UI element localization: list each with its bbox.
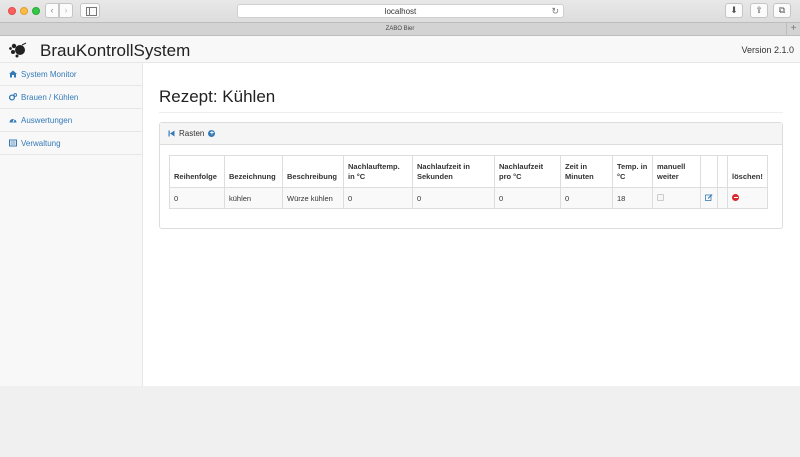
new-tab-button[interactable]: +	[786, 23, 800, 35]
column-header[interactable]: Beschreibung	[282, 155, 344, 188]
brand-title[interactable]: BrauKontrollSystem	[40, 41, 190, 61]
cell-spacer	[717, 187, 728, 209]
page-title: Rezept: Kühlen	[159, 87, 276, 106]
edit-icon[interactable]	[705, 193, 713, 201]
cell-zeit-minuten: 0	[560, 187, 613, 209]
delete-icon[interactable]	[732, 193, 739, 201]
main-content: Rezept: Kühlen Rasten + Reihenfolge Beze…	[159, 63, 783, 229]
column-header[interactable]: manuell weiter	[652, 155, 701, 188]
step-backward-icon[interactable]	[168, 130, 175, 137]
tab-title[interactable]: ZABO Bier	[386, 26, 415, 32]
cell-beschreibung: Würze kühlen	[282, 187, 344, 209]
title-divider	[159, 112, 783, 113]
back-button[interactable]: ‹	[45, 3, 59, 18]
column-header[interactable]: Nachlauftemp. in °C	[343, 155, 413, 188]
table-header-row: Reihenfolge Bezeichnung Beschreibung Nac…	[169, 155, 768, 188]
cell-delete	[727, 187, 768, 209]
window-maximize-button[interactable]	[32, 7, 40, 15]
dashboard-icon	[9, 118, 17, 123]
list-icon	[9, 139, 17, 147]
column-header[interactable]: Nachlaufzeit in Sekunden	[412, 155, 495, 188]
column-header[interactable]: Reihenfolge	[169, 155, 225, 188]
sidebar-toggle-icon[interactable]	[80, 3, 100, 18]
rasten-link[interactable]: Rasten	[179, 123, 204, 145]
window-close-button[interactable]	[8, 7, 16, 15]
address-bar[interactable]: localhost ↻	[237, 4, 564, 18]
browser-chrome: ‹ › localhost ↻ ⬇ ⇪ ⧉ ZABO Bier +	[0, 0, 800, 36]
home-icon	[9, 70, 17, 78]
download-icon[interactable]: ⬇	[725, 3, 743, 18]
forward-button[interactable]: ›	[59, 3, 73, 18]
sidebar-item-auswertungen[interactable]: Auswertungen	[0, 109, 142, 132]
sidebar-item-label: Brauen / Kühlen	[21, 92, 79, 102]
cell-bezeichnung: kühlen	[224, 187, 283, 209]
rasten-table: Reihenfolge Bezeichnung Beschreibung Nac…	[169, 155, 768, 209]
share-icon[interactable]: ⇪	[750, 3, 768, 18]
top-navbar: BrauKontrollSystem Version 2.1.0	[0, 36, 800, 63]
add-circle-icon[interactable]: +	[208, 130, 216, 137]
sidebar-item-label: Auswertungen	[21, 115, 73, 125]
cell-nachlaufzeit-sekunden: 0	[412, 187, 495, 209]
column-header-edit	[700, 155, 718, 188]
cell-reihenfolge: 0	[169, 187, 225, 209]
column-header[interactable]: Bezeichnung	[224, 155, 283, 188]
rasten-panel: Rasten + Reihenfolge Bezeichnung Beschre…	[159, 122, 783, 229]
column-header-spacer	[717, 155, 728, 188]
cell-edit	[700, 187, 718, 209]
tabs-overview-icon[interactable]: ⧉	[773, 3, 791, 18]
app: BrauKontrollSystem Version 2.1.0 System …	[0, 36, 800, 386]
window-minimize-button[interactable]	[20, 7, 28, 15]
manuell-weiter-checkbox[interactable]	[657, 193, 664, 201]
cell-temp: 18	[612, 187, 653, 209]
reload-icon[interactable]: ↻	[551, 5, 559, 18]
column-header[interactable]: Nachlaufzeit pro °C	[494, 155, 561, 188]
address-text: localhost	[384, 7, 417, 16]
column-header[interactable]: Zeit in Minuten	[560, 155, 613, 188]
page-background	[0, 386, 800, 457]
version-label: Version 2.1.0	[741, 45, 794, 55]
sidebar-item-system-monitor[interactable]: System Monitor	[0, 63, 142, 86]
hops-logo-icon	[9, 42, 27, 58]
sidebar-item-label: System Monitor	[21, 69, 77, 79]
sidebar: System Monitor Brauen / Kühlen Auswertun…	[0, 63, 143, 386]
cell-nachlaufzeit-pro-grad: 0	[494, 187, 561, 209]
panel-heading: Rasten +	[160, 123, 782, 145]
column-header[interactable]: Temp. in °C	[612, 155, 653, 188]
sidebar-item-brauen-kuehlen[interactable]: Brauen / Kühlen	[0, 86, 142, 109]
cell-nachlauftemp: 0	[343, 187, 413, 209]
tab-strip: ZABO Bier +	[0, 22, 800, 35]
table-row[interactable]: 0 kühlen Würze kühlen 0 0 0 0 18	[169, 187, 768, 209]
sidebar-item-verwaltung[interactable]: Verwaltung	[0, 132, 142, 155]
cell-manuell-weiter	[652, 187, 701, 209]
sidebar-item-label: Verwaltung	[21, 138, 61, 148]
column-header[interactable]: löschen!	[727, 155, 768, 188]
cogs-icon	[9, 93, 17, 101]
